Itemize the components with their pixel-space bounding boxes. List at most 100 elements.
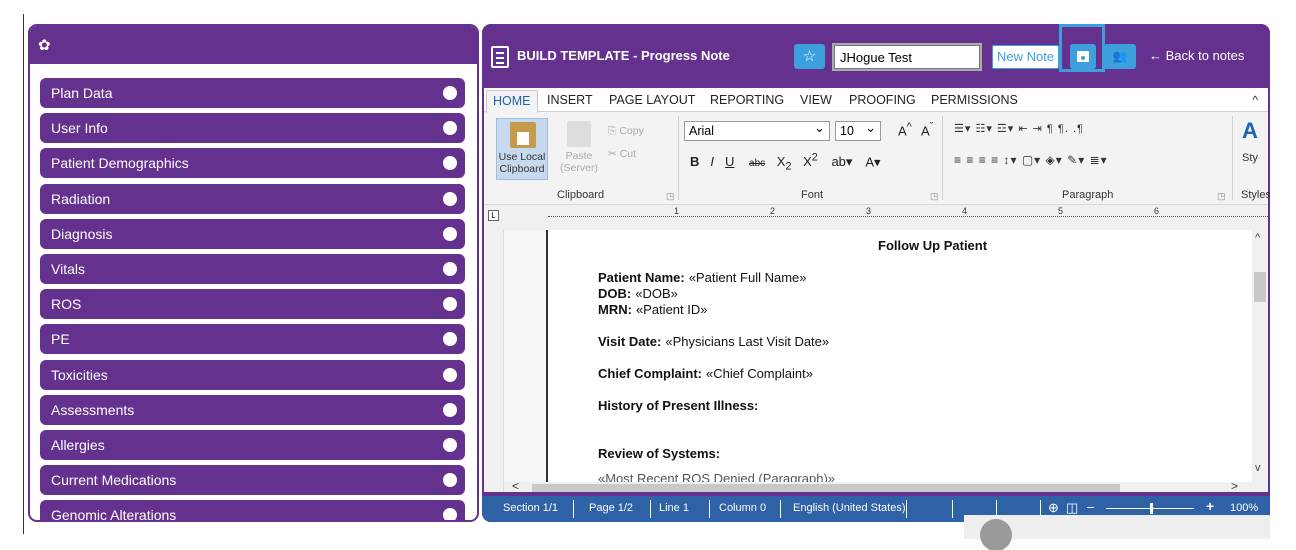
doc-line-mrn[interactable]: MRN: «Patient ID» bbox=[598, 302, 707, 317]
tab-view[interactable]: VIEW bbox=[800, 93, 832, 107]
toggle-dot-icon[interactable] bbox=[443, 402, 457, 417]
field-group-patient-demographics[interactable]: Patient Demographics bbox=[40, 148, 465, 179]
justify-icon[interactable]: ≡ bbox=[991, 153, 999, 167]
scroll-thumb[interactable] bbox=[1254, 272, 1266, 302]
toggle-dot-icon[interactable] bbox=[443, 437, 457, 452]
doc-line-patient-name[interactable]: Patient Name: «Patient Full Name» bbox=[598, 270, 806, 285]
bullets-icon[interactable]: ☰▾ bbox=[954, 123, 971, 135]
back-to-notes-link[interactable]: ← Back to notes bbox=[1149, 48, 1244, 63]
share-users-button[interactable]: 👥 bbox=[1104, 44, 1136, 69]
superscript-icon[interactable]: X2 bbox=[803, 152, 818, 169]
copy-button[interactable]: ⎘ Copy bbox=[608, 120, 644, 143]
dialog-launcher-icon[interactable]: ◳ bbox=[930, 191, 939, 202]
scroll-right-icon[interactable]: > bbox=[1231, 479, 1238, 492]
subscript-icon[interactable]: X2 bbox=[777, 154, 792, 173]
ltr-icon[interactable]: ¶. bbox=[1058, 123, 1069, 135]
rtl-icon[interactable]: .¶ bbox=[1073, 123, 1084, 135]
align-right-icon[interactable]: ≡ bbox=[979, 153, 987, 167]
toggle-dot-icon[interactable] bbox=[443, 156, 457, 171]
gear-icon[interactable]: ✿ bbox=[38, 38, 51, 53]
field-group-current-medications[interactable]: Current Medications bbox=[40, 465, 465, 496]
tab-page-layout[interactable]: PAGE LAYOUT bbox=[609, 93, 695, 107]
tab-insert[interactable]: INSERT bbox=[547, 93, 593, 107]
tab-stop-selector-icon[interactable]: L bbox=[488, 210, 499, 221]
paragraph-menu-icon[interactable]: ≣▾ bbox=[1090, 153, 1108, 167]
numbering-icon[interactable]: ☷▾ bbox=[975, 123, 992, 135]
collapse-ribbon-icon[interactable]: ^ bbox=[1252, 93, 1258, 107]
template-name-input[interactable] bbox=[832, 43, 982, 71]
scroll-thumb[interactable] bbox=[532, 484, 1120, 492]
doc-line-ros[interactable]: Review of Systems: bbox=[598, 446, 724, 461]
doc-line-visit-date[interactable]: Visit Date: «Physicians Last Visit Date» bbox=[598, 334, 829, 349]
tab-home[interactable]: HOME bbox=[486, 90, 538, 113]
field-group-plan-data[interactable]: Plan Data bbox=[40, 78, 465, 108]
toggle-dot-icon[interactable] bbox=[443, 191, 457, 206]
decrease-indent-icon[interactable]: ⇤ bbox=[1018, 123, 1028, 135]
toggle-dot-icon[interactable] bbox=[443, 261, 457, 276]
field-group-allergies[interactable]: Allergies bbox=[40, 429, 465, 460]
styles-gallery-icon[interactable]: A bbox=[1242, 118, 1258, 144]
dialog-launcher-icon[interactable]: ◳ bbox=[1217, 191, 1226, 202]
zoom-slider-thumb[interactable] bbox=[1150, 503, 1153, 514]
styles-short-label[interactable]: Sty bbox=[1242, 152, 1258, 164]
align-left-icon[interactable]: ≡ bbox=[954, 153, 962, 167]
zoom-out-icon[interactable]: – bbox=[1087, 499, 1094, 514]
font-color-icon[interactable]: A▾ bbox=[865, 154, 880, 169]
grow-font-icon[interactable]: A^ bbox=[898, 121, 912, 138]
field-group-user-info[interactable]: User Info bbox=[40, 113, 465, 144]
field-group-genomic-alterations[interactable]: Genomic Alterations bbox=[40, 500, 465, 520]
reading-mode-icon[interactable]: ◫ bbox=[1066, 500, 1078, 516]
underline-icon[interactable]: U bbox=[725, 154, 734, 169]
document-page[interactable]: Follow Up Patient Patient Name: «Patient … bbox=[546, 230, 1252, 492]
doc-line-chief-complaint[interactable]: Chief Complaint: «Chief Complaint» bbox=[598, 366, 813, 381]
font-size-select[interactable]: 10 bbox=[835, 120, 881, 141]
document-area[interactable]: Follow Up Patient Patient Name: «Patient … bbox=[484, 230, 1268, 492]
toggle-dot-icon[interactable] bbox=[443, 86, 457, 100]
field-group-diagnosis[interactable]: Diagnosis bbox=[40, 218, 465, 249]
save-button[interactable] bbox=[1070, 44, 1096, 69]
vertical-scrollbar[interactable]: ^ v bbox=[1252, 230, 1268, 492]
zoom-in-icon[interactable]: + bbox=[1206, 498, 1214, 514]
pen-color-icon[interactable]: ✎▾ bbox=[1067, 153, 1085, 167]
dialog-launcher-icon[interactable]: ◳ bbox=[666, 191, 675, 202]
highlight-color-icon[interactable]: ab▾ bbox=[831, 154, 852, 169]
shading-icon[interactable]: ◈▾ bbox=[1046, 153, 1063, 167]
doc-line-dob[interactable]: DOB: «DOB» bbox=[598, 286, 678, 301]
scroll-left-icon[interactable]: < bbox=[512, 479, 519, 492]
toggle-dot-icon[interactable] bbox=[443, 332, 457, 347]
toggle-dot-icon[interactable] bbox=[443, 508, 457, 520]
font-family-select[interactable]: Arial bbox=[684, 120, 830, 141]
shrink-font-icon[interactable]: Aˇ bbox=[921, 121, 933, 138]
field-group-assessments[interactable]: Assessments bbox=[40, 394, 465, 425]
favorite-star-button[interactable]: ☆ bbox=[794, 44, 825, 69]
show-marks-icon[interactable]: ¶ bbox=[1047, 123, 1054, 135]
field-group-ros[interactable]: ROS bbox=[40, 289, 465, 320]
borders-icon[interactable]: ▢▾ bbox=[1022, 153, 1041, 167]
scroll-up-icon[interactable]: ^ bbox=[1255, 232, 1260, 244]
tab-reporting[interactable]: REPORTING bbox=[710, 93, 784, 107]
field-group-toxicities[interactable]: Toxicities bbox=[40, 359, 465, 390]
doc-line-hpi[interactable]: History of Present Illness: bbox=[598, 398, 762, 413]
view-layout-icon[interactable]: ⊕ bbox=[1048, 500, 1059, 516]
status-language[interactable]: English (United States) bbox=[793, 502, 906, 514]
increase-indent-icon[interactable]: ⇥ bbox=[1033, 123, 1043, 135]
italic-icon[interactable]: I bbox=[710, 154, 714, 169]
field-group-vitals[interactable]: Vitals bbox=[40, 253, 465, 284]
multilevel-list-icon[interactable]: ☲▾ bbox=[997, 123, 1014, 135]
bold-icon[interactable]: B bbox=[690, 154, 699, 169]
horizontal-scrollbar[interactable]: < > bbox=[504, 479, 1252, 492]
cut-button[interactable]: ✂ Cut bbox=[608, 143, 644, 166]
field-group-radiation[interactable]: Radiation bbox=[40, 183, 465, 214]
toggle-dot-icon[interactable] bbox=[443, 297, 457, 312]
strikethrough-icon[interactable]: abc bbox=[749, 158, 765, 169]
tab-proofing[interactable]: PROOFING bbox=[849, 93, 916, 107]
horizontal-ruler[interactable]: L 1 2 3 4 5 6 bbox=[484, 204, 1268, 230]
line-spacing-icon[interactable]: ↕▾ bbox=[1003, 153, 1017, 167]
new-note-button[interactable]: New Note bbox=[992, 45, 1059, 69]
paste-server-button[interactable]: Paste (Server) bbox=[555, 118, 603, 180]
tab-permissions[interactable]: PERMISSIONS bbox=[931, 93, 1018, 107]
use-local-clipboard-button[interactable]: Use Local Clipboard bbox=[496, 118, 548, 180]
toggle-dot-icon[interactable] bbox=[443, 121, 457, 136]
field-group-pe[interactable]: PE bbox=[40, 324, 465, 355]
toggle-dot-icon[interactable] bbox=[443, 226, 457, 241]
